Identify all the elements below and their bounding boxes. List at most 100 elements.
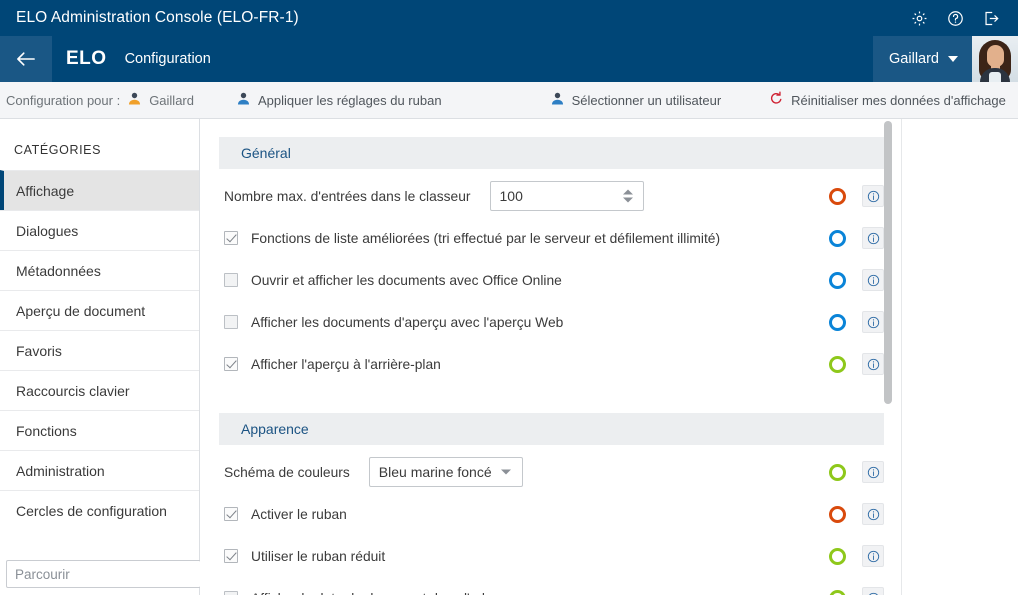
setting-row-max-entries: Nombre max. d'entrées dans le classeur 1… bbox=[200, 177, 901, 215]
checkbox-reduced-ribbon[interactable] bbox=[224, 549, 238, 563]
right-panel bbox=[901, 119, 1018, 595]
sidebar-item-label: Administration bbox=[16, 462, 105, 479]
status-badge[interactable] bbox=[829, 313, 846, 331]
section-header-apparence: Apparence bbox=[219, 413, 884, 445]
select-user-label: Sélectionner un utilisateur bbox=[571, 92, 722, 108]
settings-scroll-container: Général Nombre max. d'entrées dans le cl… bbox=[200, 119, 901, 595]
sidebar-item-raccourcis-clavier[interactable]: Raccourcis clavier bbox=[0, 370, 199, 410]
setting-row-reduced-ribbon: Utiliser le ruban réduit bbox=[200, 537, 901, 575]
setting-label: Afficher les documents d'aperçu avec l'a… bbox=[251, 314, 564, 330]
chevron-down-icon[interactable] bbox=[622, 197, 633, 203]
configuration-toolbar: Configuration pour : Gaillard Appliquer … bbox=[0, 82, 1018, 119]
status-badge[interactable] bbox=[829, 355, 846, 373]
select-user-button[interactable]: Sélectionner un utilisateur bbox=[550, 82, 722, 118]
apply-ribbon-settings-label: Appliquer les réglages du ruban bbox=[257, 92, 442, 108]
status-badge[interactable] bbox=[829, 463, 846, 481]
chevron-down-icon bbox=[500, 469, 511, 475]
sidebar-item-dialogues[interactable]: Dialogues bbox=[0, 210, 199, 250]
info-icon[interactable] bbox=[862, 311, 884, 333]
sidebar-item-label: Métadonnées bbox=[16, 262, 101, 279]
checkbox-office-online[interactable] bbox=[224, 273, 238, 287]
sidebar-item-favoris[interactable]: Favoris bbox=[0, 330, 199, 370]
info-icon[interactable] bbox=[862, 587, 884, 595]
configuration-for-user: Gaillard bbox=[149, 92, 194, 108]
chevron-up-icon[interactable] bbox=[622, 189, 633, 195]
checkbox-background-preview[interactable] bbox=[224, 357, 238, 371]
checkbox-enhanced-list[interactable] bbox=[224, 231, 238, 245]
main-area: CATÉGORIES Affichage Dialogues Métadonné… bbox=[0, 119, 1018, 595]
section-title: Configuration bbox=[124, 51, 211, 67]
checkbox-web-preview[interactable] bbox=[224, 315, 238, 329]
configuration-for-label: Configuration pour : bbox=[6, 92, 121, 108]
scrollbar-thumb[interactable] bbox=[884, 121, 892, 404]
vertical-scrollbar[interactable] bbox=[884, 119, 892, 595]
max-entries-value: 100 bbox=[499, 188, 523, 204]
setting-label: Nombre max. d'entrées dans le classeur bbox=[224, 188, 471, 204]
setting-label: Activer le ruban bbox=[251, 506, 347, 522]
elo-admin-console-window: ELO Administration Console (ELO-FR-1) EL… bbox=[0, 0, 1018, 595]
sidebar-item-apercu-de-document[interactable]: Aperçu de document bbox=[0, 290, 199, 330]
info-icon[interactable] bbox=[862, 545, 884, 567]
stepper-arrows[interactable] bbox=[622, 189, 633, 203]
setting-label: Utiliser le ruban réduit bbox=[251, 548, 386, 564]
user-orange-icon bbox=[127, 91, 142, 109]
status-badge[interactable] bbox=[829, 271, 846, 289]
setting-row-web-preview: Afficher les documents d'aperçu avec l'a… bbox=[200, 303, 901, 341]
setting-row-background-preview: Afficher l'aperçu à l'arrière-plan bbox=[200, 345, 901, 383]
sidebar-item-label: Fonctions bbox=[16, 422, 77, 439]
application-bar: ELO Configuration Gaillard bbox=[0, 36, 1018, 82]
avatar[interactable] bbox=[972, 36, 1018, 82]
color-scheme-select[interactable]: Bleu marine foncé bbox=[368, 457, 523, 487]
user-name-label: Gaillard bbox=[889, 51, 939, 67]
setting-row-color-scheme: Schéma de couleurs Bleu marine foncé bbox=[200, 453, 901, 491]
max-entries-stepper[interactable]: 100 bbox=[489, 181, 644, 211]
sidebar-item-fonctions[interactable]: Fonctions bbox=[0, 410, 199, 450]
setting-label: Afficher la date de document dans l'arbo… bbox=[251, 591, 553, 595]
sidebar-item-label: Cercles de configuration bbox=[16, 502, 167, 519]
checkbox-document-date[interactable] bbox=[224, 591, 238, 595]
help-icon[interactable] bbox=[942, 5, 968, 31]
user-menu-button[interactable]: Gaillard bbox=[873, 36, 972, 82]
status-badge[interactable] bbox=[829, 505, 846, 523]
info-icon[interactable] bbox=[862, 353, 884, 375]
sidebar-item-administration[interactable]: Administration bbox=[0, 450, 199, 490]
avatar-shirt bbox=[989, 72, 1001, 82]
setting-label: Ouvrir et afficher les documents avec Of… bbox=[251, 272, 562, 288]
section-header-general: Général bbox=[219, 137, 884, 169]
search-input[interactable] bbox=[6, 560, 201, 588]
sidebar-item-label: Affichage bbox=[16, 182, 75, 199]
status-badge[interactable] bbox=[829, 187, 846, 205]
window-title: ELO Administration Console (ELO-FR-1) bbox=[16, 9, 299, 26]
logout-icon[interactable] bbox=[978, 5, 1004, 31]
back-button[interactable] bbox=[0, 36, 52, 82]
setting-row-office-online: Ouvrir et afficher les documents avec Of… bbox=[200, 261, 901, 299]
sidebar-item-label: Raccourcis clavier bbox=[16, 382, 130, 399]
sidebar-item-label: Aperçu de document bbox=[16, 302, 146, 319]
status-badge[interactable] bbox=[829, 229, 846, 247]
sidebar-item-cercles-de-configuration[interactable]: Cercles de configuration bbox=[0, 490, 199, 530]
info-icon[interactable] bbox=[862, 185, 884, 207]
sidebar-item-metadonnees[interactable]: Métadonnées bbox=[0, 250, 199, 290]
window-title-bar: ELO Administration Console (ELO-FR-1) bbox=[0, 0, 1018, 36]
elo-logo: ELO bbox=[66, 48, 107, 69]
sidebar-item-label: Dialogues bbox=[16, 222, 79, 239]
categories-sidebar: CATÉGORIES Affichage Dialogues Métadonné… bbox=[0, 119, 235, 595]
setting-label: Schéma de couleurs bbox=[224, 464, 350, 480]
info-icon[interactable] bbox=[862, 461, 884, 483]
status-badge[interactable] bbox=[829, 589, 846, 595]
checkbox-enable-ribbon[interactable] bbox=[224, 507, 238, 521]
sidebar-item-affichage[interactable]: Affichage bbox=[0, 170, 199, 210]
section-title: Apparence bbox=[241, 421, 309, 437]
setting-label: Fonctions de liste améliorées (tri effec… bbox=[251, 230, 721, 246]
setting-row-enhanced-list: Fonctions de liste améliorées (tri effec… bbox=[200, 219, 901, 257]
info-icon[interactable] bbox=[862, 503, 884, 525]
info-icon[interactable] bbox=[862, 269, 884, 291]
apply-ribbon-settings-button[interactable]: Appliquer les réglages du ruban bbox=[236, 82, 442, 118]
chevron-down-icon bbox=[948, 56, 958, 62]
status-badge[interactable] bbox=[829, 547, 846, 565]
reset-display-data-button[interactable]: Réinitialiser mes données d'affichage bbox=[769, 82, 1006, 118]
gear-icon[interactable] bbox=[906, 5, 932, 31]
sidebar-item-label: Favoris bbox=[16, 342, 62, 359]
reset-display-data-label: Réinitialiser mes données d'affichage bbox=[791, 92, 1006, 108]
info-icon[interactable] bbox=[862, 227, 884, 249]
